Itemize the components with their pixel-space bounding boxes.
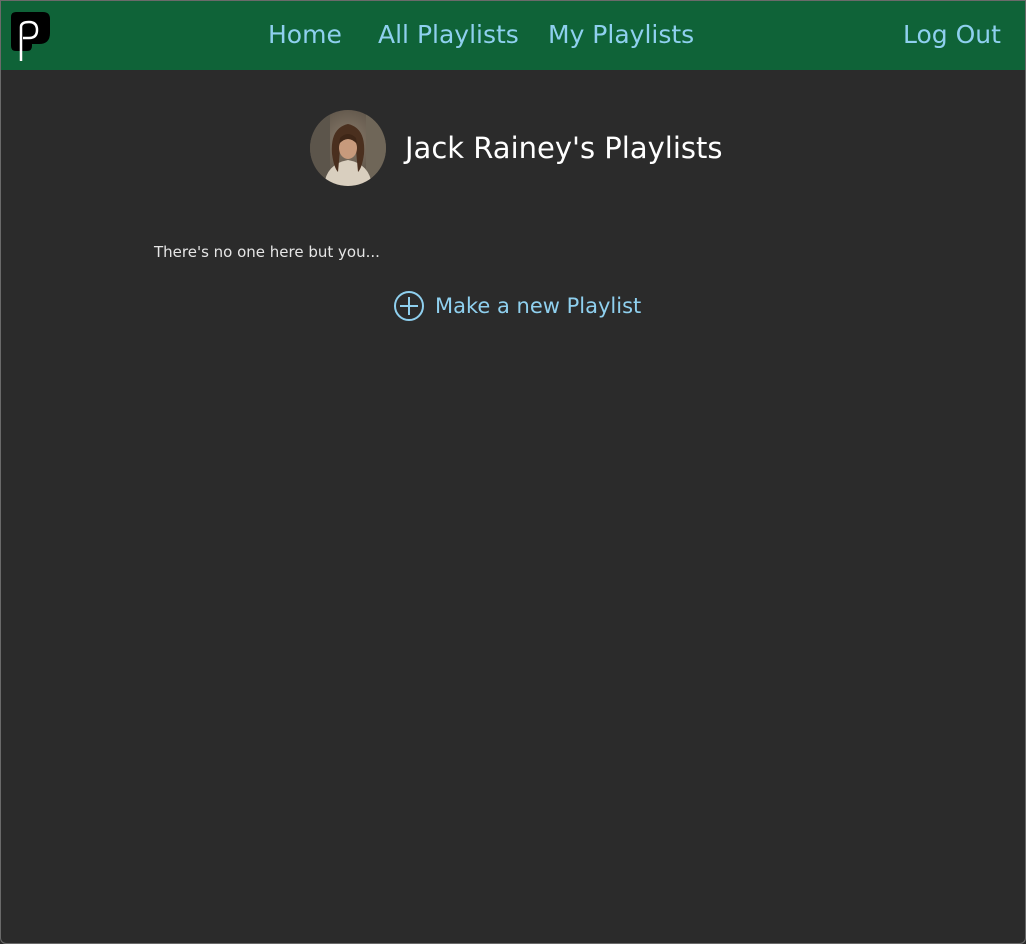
nav-my-playlists-link[interactable]: My Playlists <box>548 18 694 52</box>
page-title: Jack Rainey's Playlists <box>405 131 723 165</box>
empty-state-message: There's no one here but you... <box>154 243 380 261</box>
app-window: Home All Playlists My Playlists Log Out <box>0 0 1026 944</box>
make-new-playlist-label: Make a new Playlist <box>435 294 642 318</box>
nav-home-link[interactable]: Home <box>268 18 342 52</box>
log-out-link[interactable]: Log Out <box>903 18 1001 52</box>
app-logo-icon[interactable] <box>10 11 51 61</box>
nav-all-playlists-link[interactable]: All Playlists <box>378 18 519 52</box>
plus-circle-icon <box>393 290 425 322</box>
top-navbar: Home All Playlists My Playlists Log Out <box>1 1 1025 70</box>
user-avatar <box>310 110 386 186</box>
